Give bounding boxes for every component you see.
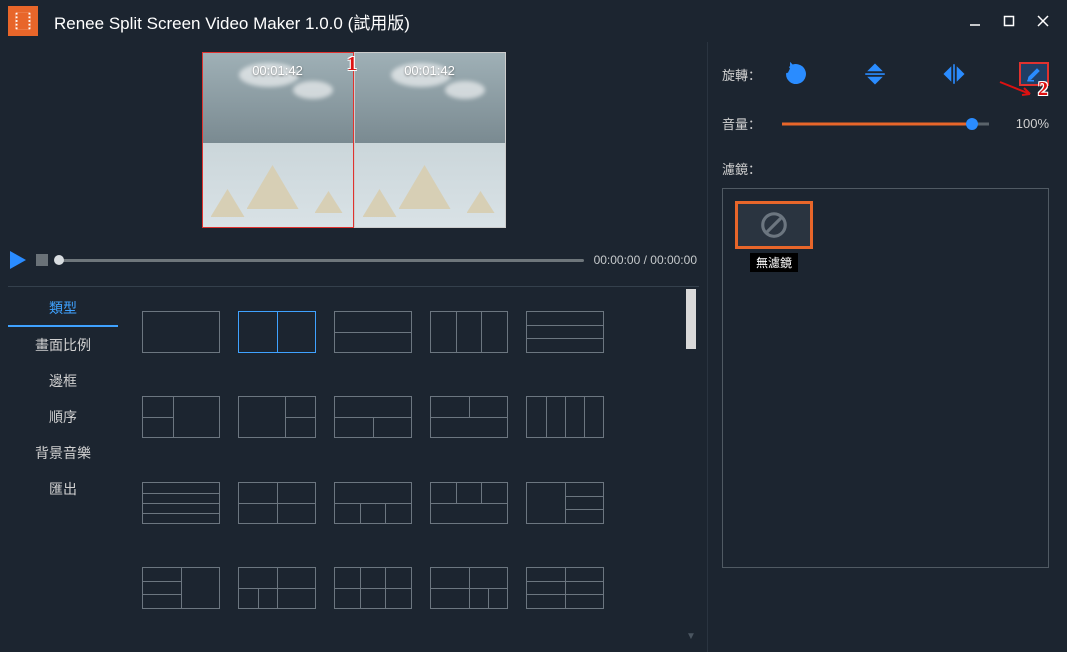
layout-scrollbar[interactable]: ▲ ▼ xyxy=(683,287,699,644)
layout-4h[interactable] xyxy=(142,482,220,524)
volume-row: 音量： 100% xyxy=(722,114,1049,133)
filter-label: 濾鏡： xyxy=(722,159,1049,178)
layout-1-3[interactable] xyxy=(334,482,412,524)
stop-button[interactable] xyxy=(36,254,48,266)
title-bar: Renee Split Screen Video Maker 1.0.0 (試用… xyxy=(0,0,1067,42)
preview-clip-2[interactable]: 00:01:42 xyxy=(354,52,506,228)
volume-value: 100% xyxy=(999,116,1049,131)
seek-knob[interactable] xyxy=(54,255,64,265)
filter-item-none[interactable]: 無濾鏡 xyxy=(735,201,813,272)
rotate-label: 旋轉： xyxy=(722,65,772,84)
play-button[interactable] xyxy=(10,251,26,269)
layout-2v[interactable] xyxy=(238,311,316,353)
layout-extra-5[interactable] xyxy=(526,567,604,609)
clip-1-duration: 00:01:42 xyxy=(252,63,303,78)
side-tabs: 類型 畫面比例 邊框 順序 背景音樂 匯出 xyxy=(8,287,118,644)
preview-clip-1[interactable]: 00:01:42 xyxy=(202,52,354,228)
tab-border[interactable]: 邊框 xyxy=(8,363,118,399)
app-title: Renee Split Screen Video Maker 1.0.0 (試用… xyxy=(54,9,967,34)
layout-3h[interactable] xyxy=(526,311,604,353)
layout-3-1[interactable] xyxy=(430,482,508,524)
layout-extra-1[interactable] xyxy=(142,567,220,609)
rotate-row: 旋轉： xyxy=(722,60,1049,88)
clip-2-duration: 00:01:42 xyxy=(404,63,455,78)
maximize-button[interactable] xyxy=(1001,13,1017,29)
layout-extra-2[interactable] xyxy=(238,567,316,609)
layout-2h[interactable] xyxy=(334,311,412,353)
close-button[interactable] xyxy=(1035,13,1051,29)
volume-knob[interactable] xyxy=(966,118,978,130)
layout-grid xyxy=(118,287,699,644)
tab-export[interactable]: 匯出 xyxy=(8,471,118,507)
layout-extra-4[interactable] xyxy=(430,567,508,609)
no-filter-icon xyxy=(735,201,813,249)
volume-slider[interactable] xyxy=(782,116,989,132)
filter-list: 無濾鏡 xyxy=(722,188,1049,568)
rotate-cw-button[interactable] xyxy=(782,60,810,88)
flip-vertical-button[interactable] xyxy=(861,60,889,88)
tab-bgm[interactable]: 背景音樂 xyxy=(8,435,118,471)
flip-horizontal-button[interactable] xyxy=(940,60,968,88)
timecode: 00:00:00 / 00:00:00 xyxy=(594,253,697,267)
app-logo xyxy=(8,6,38,36)
tab-aspect[interactable]: 畫面比例 xyxy=(8,327,118,363)
layout-section: 類型 畫面比例 邊框 順序 背景音樂 匯出 xyxy=(8,286,699,644)
layout-r2l1[interactable] xyxy=(238,396,316,438)
edit-button[interactable] xyxy=(1019,62,1049,86)
scroll-down-icon[interactable]: ▼ xyxy=(683,628,699,644)
layout-t1b2[interactable] xyxy=(334,396,412,438)
right-panel: 旋轉： 音量： xyxy=(707,42,1067,652)
scroll-thumb[interactable] xyxy=(686,289,696,349)
layout-1x1[interactable] xyxy=(142,311,220,353)
seek-slider[interactable] xyxy=(58,259,584,262)
window-controls xyxy=(967,13,1051,29)
layout-l2r1[interactable] xyxy=(142,396,220,438)
player-bar: 00:00:00 / 00:00:00 xyxy=(10,248,697,272)
layout-3v[interactable] xyxy=(430,311,508,353)
preview-area: 00:01:42 00:01:42 xyxy=(8,52,699,240)
minimize-button[interactable] xyxy=(967,13,983,29)
layout-extra-3[interactable] xyxy=(334,567,412,609)
tab-type[interactable]: 類型 xyxy=(8,291,118,327)
filter-item-label: 無濾鏡 xyxy=(750,253,798,272)
left-panel: 00:01:42 00:01:42 00:00:00 / 00:00:00 類型… xyxy=(0,42,707,652)
layout-l1r3[interactable] xyxy=(526,482,604,524)
layout-t2b1[interactable] xyxy=(430,396,508,438)
layout-4v[interactable] xyxy=(526,396,604,438)
volume-label: 音量： xyxy=(722,114,772,133)
layout-2x2[interactable] xyxy=(238,482,316,524)
tab-order[interactable]: 順序 xyxy=(8,399,118,435)
